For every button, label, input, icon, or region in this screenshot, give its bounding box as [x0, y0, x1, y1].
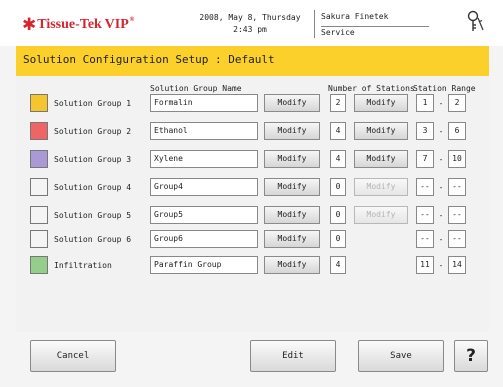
- screen: ✱ Tissue-Tek VIP® 2008, May 8, Thursday …: [0, 0, 503, 387]
- modify-stations-button[interactable]: Modify: [354, 94, 408, 112]
- group-color-swatch: [30, 230, 48, 248]
- group-label: Solution Group 2: [54, 127, 132, 136]
- range-start: 7: [416, 150, 434, 168]
- range-separator: -: [438, 183, 444, 192]
- range-start: 11: [416, 256, 434, 274]
- modify-name-button[interactable]: Modify: [264, 94, 320, 112]
- range-end: --: [448, 230, 466, 248]
- top-bar: ✱ Tissue-Tek VIP® 2008, May 8, Thursday …: [0, 0, 503, 46]
- range-separator: -: [438, 211, 444, 220]
- modify-name-button[interactable]: Modify: [264, 206, 320, 224]
- page-title-bar: Solution Configuration Setup : Default: [16, 46, 489, 76]
- user-level: Service: [321, 28, 355, 37]
- group-label: Solution Group 6: [54, 235, 132, 244]
- range-separator: -: [438, 99, 444, 108]
- group-name-field[interactable]: Ethanol: [150, 122, 258, 140]
- range-end: 14: [448, 256, 466, 274]
- station-count: 0: [330, 206, 346, 224]
- page-title: Solution Configuration Setup : Default: [23, 53, 275, 66]
- range-separator: -: [438, 155, 444, 164]
- station-count: 4: [330, 150, 346, 168]
- cancel-button[interactable]: Cancel: [30, 340, 116, 372]
- sakura-star-icon: ✱: [22, 15, 37, 35]
- modify-stations-button[interactable]: Modify: [354, 122, 408, 140]
- group-name-field[interactable]: Group5: [150, 206, 258, 224]
- group-label: Infiltration: [54, 261, 112, 270]
- group-name-field[interactable]: Paraffin Group: [150, 256, 258, 274]
- range-start: 1: [416, 94, 434, 112]
- save-button[interactable]: Save: [358, 340, 444, 372]
- group-name-field[interactable]: Formalin: [150, 94, 258, 112]
- range-start: --: [416, 206, 434, 224]
- range-start: --: [416, 178, 434, 196]
- current-time: 2:43 pm: [233, 25, 267, 34]
- company-name: Sakura Finetek: [321, 12, 389, 21]
- station-count: 0: [330, 178, 346, 196]
- range-start: 3: [416, 122, 434, 140]
- group-name-field[interactable]: Group6: [150, 230, 258, 248]
- group-name-field[interactable]: Group4: [150, 178, 258, 196]
- group-color-swatch: [30, 150, 48, 168]
- group-color-swatch: [30, 256, 48, 274]
- modify-stations-button[interactable]: Modify: [354, 150, 408, 168]
- user-info-divider: [321, 26, 429, 27]
- range-end: --: [448, 206, 466, 224]
- user-info: Sakura Finetek Service: [314, 10, 443, 38]
- help-button[interactable]: ?: [454, 340, 488, 372]
- column-header-stations: Number of Stations: [328, 84, 415, 93]
- modify-name-button[interactable]: Modify: [264, 122, 320, 140]
- column-header-range: Station Range: [413, 84, 476, 93]
- group-label: Solution Group 4: [54, 183, 132, 192]
- date-time: 2008, May 8, Thursday 2:43 pm: [190, 12, 310, 36]
- range-end: 2: [448, 94, 466, 112]
- range-separator: -: [438, 261, 444, 270]
- range-start: --: [416, 230, 434, 248]
- range-end: --: [448, 178, 466, 196]
- range-separator: -: [438, 127, 444, 136]
- station-count: 0: [330, 230, 346, 248]
- group-color-swatch: [30, 122, 48, 140]
- group-name-field[interactable]: Xylene: [150, 150, 258, 168]
- current-date: 2008, May 8, Thursday: [199, 13, 301, 22]
- group-color-swatch: [30, 94, 48, 112]
- modify-stations-button: Modify: [354, 178, 408, 196]
- modify-name-button[interactable]: Modify: [264, 230, 320, 248]
- station-count: 4: [330, 122, 346, 140]
- config-panel: [16, 76, 489, 332]
- key-icon[interactable]: [466, 10, 486, 34]
- station-count: 4: [330, 256, 346, 274]
- range-end: 10: [448, 150, 466, 168]
- group-label: Solution Group 5: [54, 211, 132, 220]
- station-count: 2: [330, 94, 346, 112]
- group-label: Solution Group 1: [54, 99, 132, 108]
- column-header-name: Solution Group Name: [150, 84, 242, 93]
- tissue-tek-logo: ✱ Tissue-Tek VIP®: [22, 15, 134, 35]
- modify-name-button[interactable]: Modify: [264, 178, 320, 196]
- group-color-swatch: [30, 206, 48, 224]
- group-color-swatch: [30, 178, 48, 196]
- modify-stations-button: Modify: [354, 206, 408, 224]
- modify-name-button[interactable]: Modify: [264, 256, 320, 274]
- range-end: 6: [448, 122, 466, 140]
- logo-brand-text: Tissue-Tek VIP®: [37, 17, 135, 32]
- modify-name-button[interactable]: Modify: [264, 150, 320, 168]
- range-separator: -: [438, 235, 444, 244]
- group-label: Solution Group 3: [54, 155, 132, 164]
- edit-button[interactable]: Edit: [250, 340, 336, 372]
